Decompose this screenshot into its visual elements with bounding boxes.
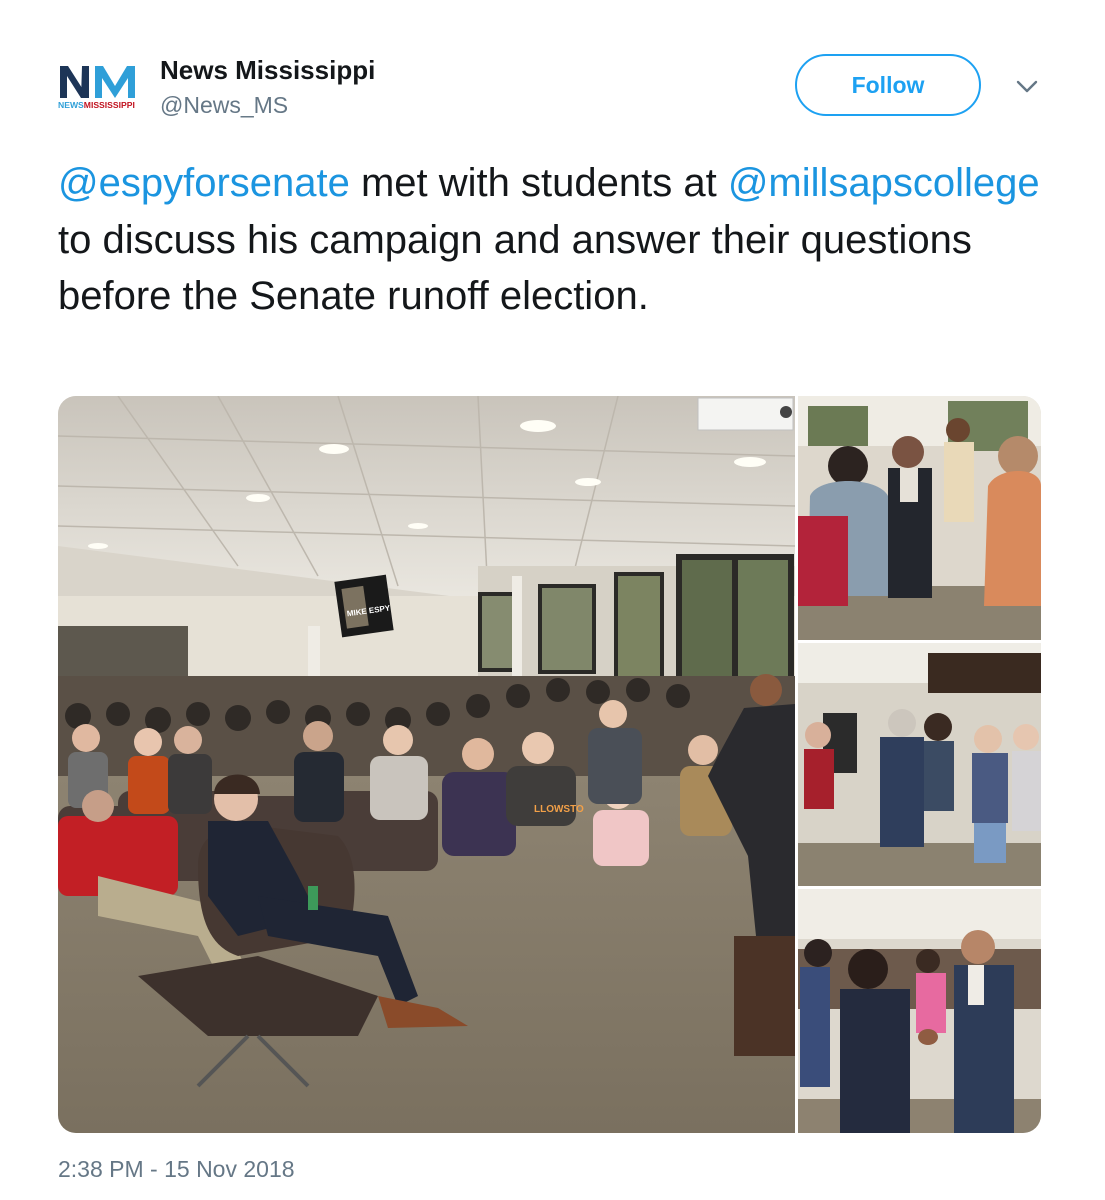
photo-4[interactable] bbox=[798, 889, 1041, 1133]
tweet-header: NEWSMISSISSIPPI News Mississippi @News_M… bbox=[0, 0, 1105, 140]
svg-text:NEWSMISSISSIPPI: NEWSMISSISSIPPI bbox=[58, 100, 135, 110]
display-name[interactable]: News Mississippi bbox=[160, 55, 375, 86]
tweet-text-segment: met with students at bbox=[349, 161, 728, 205]
tweet-text: @espyforsenate met with students at @mil… bbox=[58, 155, 1058, 325]
chevron-down-icon[interactable] bbox=[1012, 72, 1042, 102]
account-handle[interactable]: @News_MS bbox=[160, 92, 288, 119]
avatar[interactable]: NEWSMISSISSIPPI bbox=[58, 60, 142, 110]
photo-main[interactable]: MIKE ESPY LLOWSTO bbox=[58, 396, 795, 1133]
photo-3[interactable] bbox=[798, 643, 1041, 886]
photo-2[interactable] bbox=[798, 396, 1041, 640]
tweet-text-segment: to discuss his campaign and answer their… bbox=[58, 217, 972, 319]
photo-grid: MIKE ESPY LLOWSTO bbox=[58, 396, 1041, 1133]
mention-link-espyforsenate[interactable]: @espyforsenate bbox=[58, 161, 350, 205]
follow-button[interactable]: Follow bbox=[795, 54, 981, 116]
shirt-print-text: LLOWSTO bbox=[534, 804, 584, 815]
mention-link-millsapscollege[interactable]: @millsapscollege bbox=[728, 161, 1040, 205]
tweet-timestamp[interactable]: 2:38 PM - 15 Nov 2018 bbox=[58, 1156, 295, 1183]
